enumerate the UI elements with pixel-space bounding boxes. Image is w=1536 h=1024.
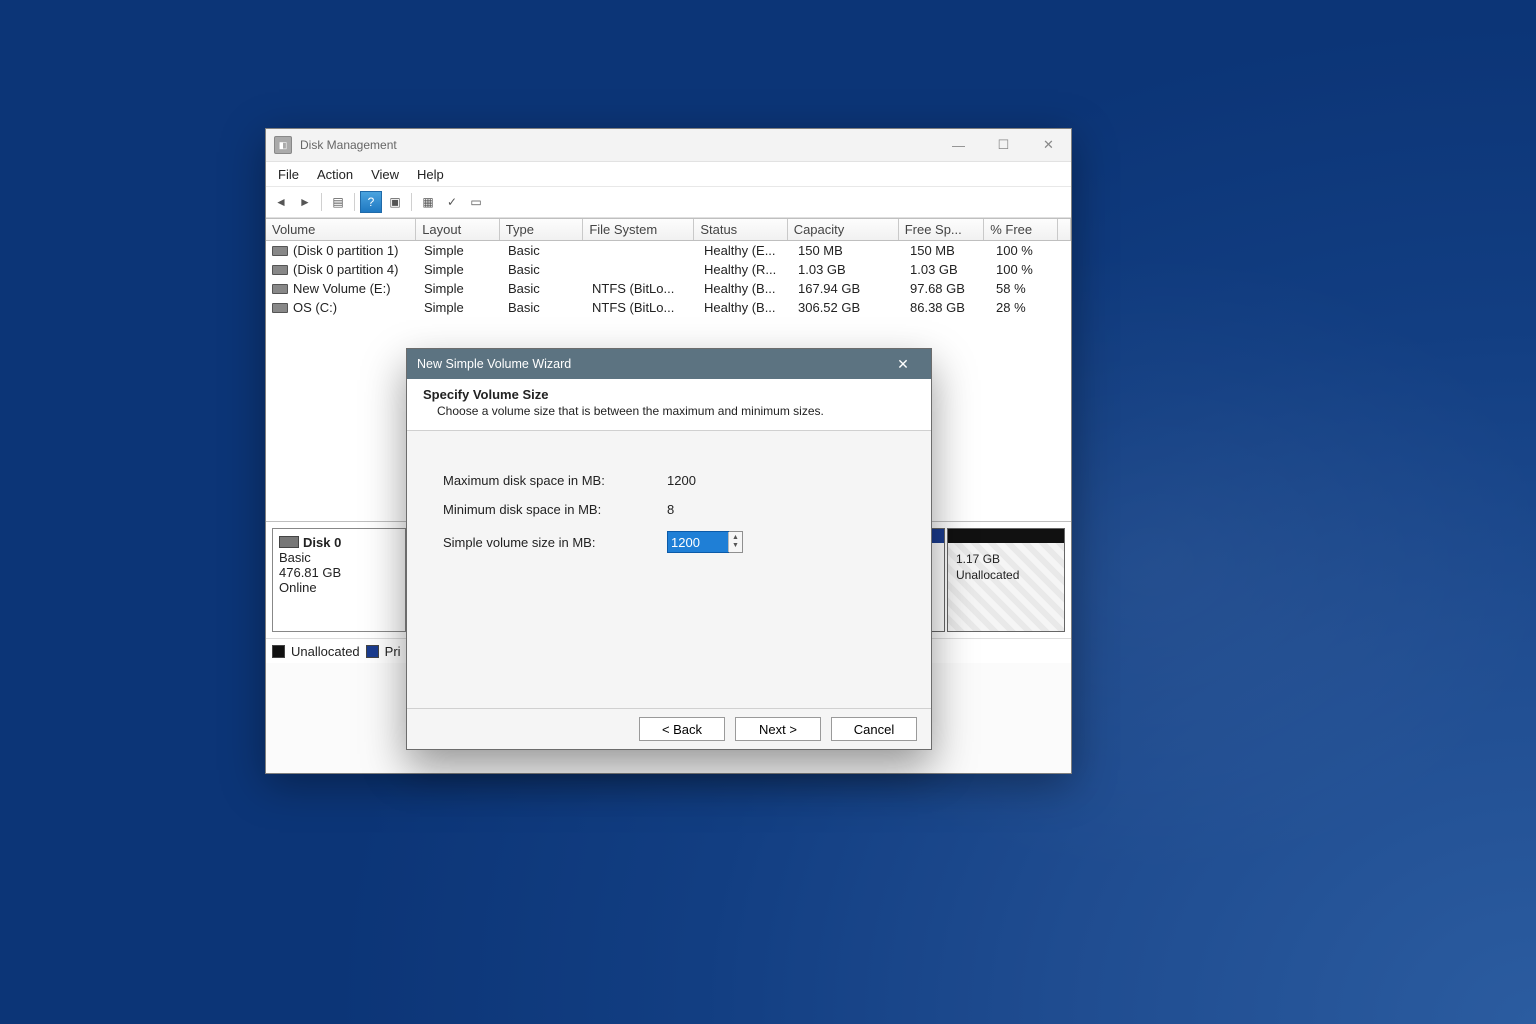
table-row[interactable]: OS (C:)SimpleBasicNTFS (BitLo...Healthy … — [266, 298, 1071, 317]
col-spacer — [1058, 219, 1071, 240]
separator — [321, 193, 322, 211]
separator — [411, 193, 412, 211]
unalloc-label: Unallocated — [956, 568, 1019, 582]
legend-unallocated-swatch — [272, 645, 285, 658]
table-row[interactable]: (Disk 0 partition 4)SimpleBasicHealthy (… — [266, 260, 1071, 279]
toolbar: ◄ ► ▤ ? ▣ ▦ ✓ ▭ — [266, 187, 1071, 218]
title-bar[interactable]: ◧ Disk Management — ☐ ✕ — [266, 129, 1071, 162]
check-icon[interactable]: ✓ — [441, 191, 463, 213]
wizard-buttons: < Back Next > Cancel — [407, 708, 931, 749]
legend-unallocated: Unallocated — [291, 644, 360, 659]
menu-bar: File Action View Help — [266, 162, 1071, 187]
table-row[interactable]: (Disk 0 partition 1)SimpleBasicHealthy (… — [266, 241, 1071, 260]
app-icon: ◧ — [274, 136, 292, 154]
volume-icon — [272, 284, 288, 294]
menu-view[interactable]: View — [363, 165, 407, 184]
minimize-button[interactable]: — — [936, 129, 981, 161]
volume-size-input[interactable] — [668, 532, 728, 552]
min-space-label: Minimum disk space in MB: — [443, 502, 667, 517]
wizard-body: Maximum disk space in MB: 1200 Minimum d… — [407, 431, 931, 553]
spinner-arrows[interactable]: ▲▼ — [728, 532, 742, 552]
wizard-close-icon[interactable]: ✕ — [885, 356, 921, 373]
wizard-header: Specify Volume Size Choose a volume size… — [407, 379, 931, 431]
disk-icon — [279, 536, 299, 548]
close-button[interactable]: ✕ — [1026, 129, 1071, 161]
volume-size-label: Simple volume size in MB: — [443, 535, 667, 550]
unalloc-size: 1.17 GB — [956, 552, 1000, 566]
window-title: Disk Management — [300, 138, 936, 152]
col-volume[interactable]: Volume — [266, 219, 416, 240]
volume-icon — [272, 303, 288, 313]
back-button[interactable]: < Back — [639, 717, 725, 741]
disk-type: Basic — [279, 550, 399, 565]
col-filesystem[interactable]: File System — [583, 219, 694, 240]
partition-unallocated[interactable]: 1.17 GB Unallocated — [947, 528, 1065, 632]
maximize-button[interactable]: ☐ — [981, 129, 1026, 161]
cancel-button[interactable]: Cancel — [831, 717, 917, 741]
wizard-title: New Simple Volume Wizard — [417, 357, 571, 371]
props-icon[interactable]: ▭ — [465, 191, 487, 213]
col-pct[interactable]: % Free — [984, 219, 1058, 240]
disk-size: 476.81 GB — [279, 565, 399, 580]
wizard-heading: Specify Volume Size — [423, 387, 915, 402]
menu-file[interactable]: File — [270, 165, 307, 184]
table-row[interactable]: New Volume (E:)SimpleBasicNTFS (BitLo...… — [266, 279, 1071, 298]
disk-name: Disk 0 — [303, 535, 341, 550]
col-free[interactable]: Free Sp... — [899, 219, 985, 240]
table-header: Volume Layout Type File System Status Ca… — [266, 219, 1071, 241]
volume-icon — [272, 246, 288, 256]
volume-icon — [272, 265, 288, 275]
volume-size-spinner[interactable]: ▲▼ — [667, 531, 743, 553]
min-space-value: 8 — [667, 502, 674, 517]
legend-primary: Pri — [385, 644, 401, 659]
new-simple-volume-wizard: New Simple Volume Wizard ✕ Specify Volum… — [406, 348, 932, 750]
legend-primary-swatch — [366, 645, 379, 658]
col-capacity[interactable]: Capacity — [788, 219, 899, 240]
next-button[interactable]: Next > — [735, 717, 821, 741]
max-space-label: Maximum disk space in MB: — [443, 473, 667, 488]
max-space-value: 1200 — [667, 473, 696, 488]
disk-header[interactable]: Disk 0 Basic 476.81 GB Online — [272, 528, 406, 632]
help-icon[interactable]: ? — [360, 191, 382, 213]
wizard-title-bar[interactable]: New Simple Volume Wizard ✕ — [407, 349, 931, 379]
col-type[interactable]: Type — [500, 219, 584, 240]
spin-down-icon[interactable]: ▼ — [729, 542, 742, 550]
menu-action[interactable]: Action — [309, 165, 361, 184]
layout-icon[interactable]: ▣ — [384, 191, 406, 213]
panel-icon[interactable]: ▤ — [327, 191, 349, 213]
col-status[interactable]: Status — [694, 219, 787, 240]
forward-icon[interactable]: ► — [294, 191, 316, 213]
refresh-icon[interactable]: ▦ — [417, 191, 439, 213]
back-icon[interactable]: ◄ — [270, 191, 292, 213]
menu-help[interactable]: Help — [409, 165, 452, 184]
spin-up-icon[interactable]: ▲ — [729, 534, 742, 542]
separator — [354, 193, 355, 211]
disk-state: Online — [279, 580, 399, 595]
col-layout[interactable]: Layout — [416, 219, 500, 240]
wizard-subheading: Choose a volume size that is between the… — [423, 404, 915, 418]
